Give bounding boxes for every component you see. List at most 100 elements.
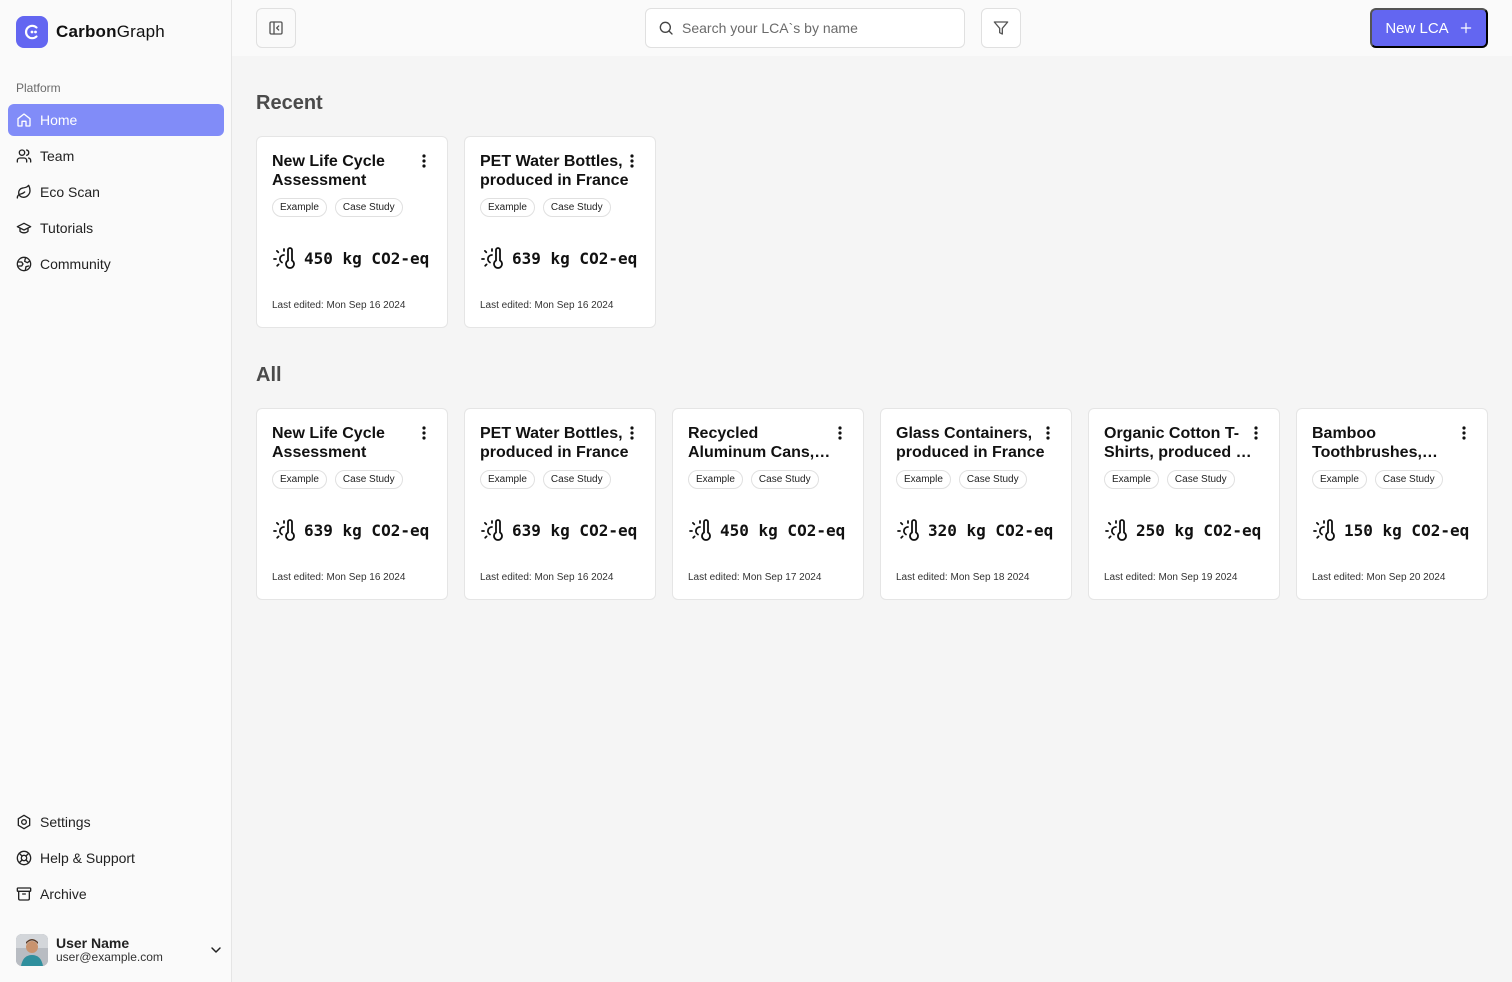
emission-value: 639 kg CO2-eq	[512, 520, 638, 540]
lca-card-tags: Example Case Study	[1312, 470, 1443, 489]
tag-badge: Case Study	[1166, 470, 1235, 489]
settings-icon	[17, 814, 31, 830]
tag-badge: Case Study	[542, 470, 611, 489]
more-vertical-icon[interactable]	[417, 425, 431, 441]
more-vertical-icon[interactable]	[625, 425, 639, 441]
user-menu[interactable]: User Name user@example.com	[16, 933, 224, 967]
sidebar-item-team[interactable]: Team	[8, 140, 224, 172]
lifebuoy-icon	[16, 850, 32, 866]
tag-badge: Case Study	[334, 470, 403, 489]
lca-card-title: Glass Containers, produced in France	[896, 425, 1045, 461]
lca-card-tags: Example Case Study	[272, 198, 403, 217]
sidebar-item-tutorials[interactable]: Tutorials	[8, 212, 224, 244]
lca-card-title: PET Water Bottles, produced in France	[480, 153, 629, 189]
sidebar-toggle-button[interactable]	[256, 8, 296, 48]
plus-icon	[1460, 22, 1471, 34]
sidebar: CarbonGraph Platform Home Team Eco Scan …	[0, 0, 232, 982]
more-vertical-icon[interactable]	[625, 153, 639, 169]
tag-badge: Case Study	[334, 198, 403, 217]
more-vertical-icon[interactable]	[833, 425, 847, 441]
lca-card-emission: 320 kg CO2-eq	[896, 518, 1053, 542]
sidebar-bottom-nav: Settings Help & Support Archive	[8, 806, 224, 914]
more-vertical-icon[interactable]	[417, 153, 431, 169]
app-logo[interactable]: CarbonGraph	[16, 16, 165, 48]
lca-card-title: PET Water Bottles, produced in France	[480, 425, 629, 461]
more-vertical-icon[interactable]	[1041, 425, 1055, 441]
filter-icon	[993, 21, 1009, 35]
lca-card[interactable]: New Life Cycle Assessment Example Case S…	[256, 408, 448, 600]
sidebar-nav: Home Team Eco Scan Tutorials Community	[8, 104, 224, 284]
more-vertical-icon[interactable]	[1457, 425, 1471, 441]
lca-card-emission: 150 kg CO2-eq	[1312, 518, 1469, 542]
tag-badge: Case Study	[542, 198, 611, 217]
tag-badge: Example	[896, 470, 951, 489]
lca-card[interactable]: New Life Cycle Assessment Example Case S…	[256, 136, 448, 328]
lca-card-emission: 450 kg CO2-eq	[688, 518, 845, 542]
sidebar-item-home[interactable]: Home	[8, 104, 224, 136]
lca-card[interactable]: Bamboo Toothbrushes, produced in China E…	[1296, 408, 1488, 600]
leaf-icon	[16, 184, 31, 199]
sidebar-item-settings[interactable]: Settings	[8, 806, 224, 838]
lca-card-tags: Example Case Study	[480, 470, 611, 489]
more-vertical-icon[interactable]	[1249, 425, 1263, 441]
thermometer-sun-icon	[1105, 519, 1127, 541]
new-lca-button[interactable]: New LCA	[1370, 8, 1488, 48]
emission-value: 320 kg CO2-eq	[928, 520, 1054, 540]
user-email: user@example.com	[56, 950, 163, 965]
lca-card[interactable]: PET Water Bottles, produced in France Ex…	[464, 408, 656, 600]
sidebar-item-label: Community	[40, 256, 111, 272]
globe-icon	[16, 256, 32, 272]
tag-badge: Case Study	[1374, 470, 1443, 489]
archive-icon	[16, 887, 32, 901]
tag-badge: Example	[688, 470, 743, 489]
sidebar-item-label: Help & Support	[40, 850, 135, 866]
filter-button[interactable]	[981, 8, 1021, 48]
last-edited-text: Last edited: Mon Sep 16 2024	[272, 572, 406, 583]
last-edited-text: Last edited: Mon Sep 17 2024	[688, 572, 822, 583]
sidebar-item-community[interactable]: Community	[8, 248, 224, 280]
home-icon	[17, 113, 31, 127]
users-icon	[16, 149, 32, 163]
emission-value: 150 kg CO2-eq	[1344, 520, 1470, 540]
lca-card-title: New Life Cycle Assessment	[272, 153, 385, 189]
lca-card[interactable]: Recycled Aluminum Cans, produced in Germ…	[672, 408, 864, 600]
new-lca-button-label: New LCA	[1385, 19, 1449, 37]
emission-value: 639 kg CO2-eq	[512, 248, 638, 268]
emission-value: 639 kg CO2-eq	[304, 520, 430, 540]
panel-left-icon	[269, 21, 283, 35]
app-name-part2: Graph	[116, 22, 165, 41]
sidebar-item-help-support[interactable]: Help & Support	[8, 842, 224, 874]
sidebar-item-label: Team	[40, 148, 75, 164]
thermometer-sun-icon	[481, 519, 503, 541]
tag-badge: Case Study	[750, 470, 819, 489]
thermometer-sun-icon	[1313, 519, 1335, 541]
graduation-cap-icon	[16, 222, 32, 234]
thermometer-sun-icon	[481, 247, 503, 269]
tag-badge: Example	[480, 198, 535, 217]
lca-card-emission: 639 kg CO2-eq	[272, 518, 429, 542]
lca-card[interactable]: PET Water Bottles, produced in France Ex…	[464, 136, 656, 328]
tag-badge: Example	[1104, 470, 1159, 489]
lca-card-tags: Example Case Study	[896, 470, 1027, 489]
search-input[interactable]	[682, 20, 942, 36]
last-edited-text: Last edited: Mon Sep 16 2024	[480, 300, 614, 311]
sidebar-section-label: Platform	[16, 81, 61, 95]
user-name: User Name	[56, 935, 130, 952]
lca-card[interactable]: Organic Cotton T-Shirts, produced in Ind…	[1088, 408, 1280, 600]
lca-card-title: Organic Cotton T-Shirts, produced in Ind…	[1104, 425, 1250, 461]
emission-value: 450 kg CO2-eq	[720, 520, 846, 540]
chevron-down-icon[interactable]	[208, 942, 224, 958]
thermometer-sun-icon	[273, 247, 295, 269]
lca-card-emission: 250 kg CO2-eq	[1104, 518, 1261, 542]
lca-card-title: Bamboo Toothbrushes, produced in China	[1312, 425, 1422, 461]
sidebar-item-archive[interactable]: Archive	[8, 878, 224, 910]
lca-card[interactable]: Glass Containers, produced in France Exa…	[880, 408, 1072, 600]
lca-card-tags: Example Case Study	[688, 470, 819, 489]
lca-card-emission: 450 kg CO2-eq	[272, 246, 429, 270]
sidebar-item-eco-scan[interactable]: Eco Scan	[8, 176, 224, 208]
emission-value: 450 kg CO2-eq	[304, 248, 430, 268]
thermometer-sun-icon	[273, 519, 295, 541]
search-icon	[659, 21, 673, 35]
tag-badge: Example	[272, 470, 327, 489]
lca-card-tags: Example Case Study	[480, 198, 611, 217]
